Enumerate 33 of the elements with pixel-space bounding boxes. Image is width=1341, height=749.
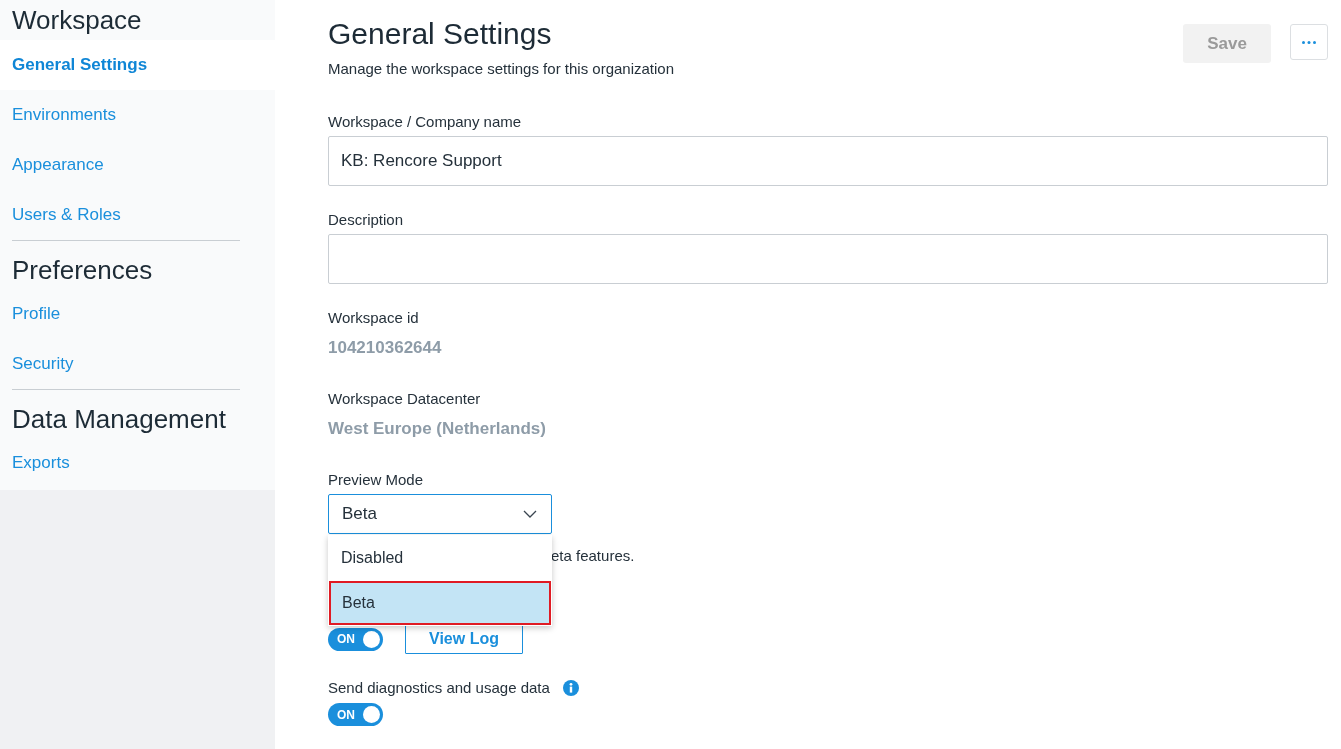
- field-label: Workspace Datacenter: [328, 389, 481, 409]
- field-label: Preview Mode: [328, 470, 424, 490]
- hint-text: eta features.: [551, 547, 635, 564]
- field-label: Workspace id: [328, 308, 419, 328]
- field-value: 104210362644: [328, 337, 442, 359]
- text-field[interactable]: KB: Rencore Support: [328, 136, 1328, 186]
- field-label: Workspace / Company name: [328, 112, 522, 132]
- more-icon: [1302, 40, 1316, 44]
- sidebar-item[interactable]: Appearance: [0, 140, 275, 190]
- field-value: West Europe (Netherlands): [328, 418, 546, 440]
- page-title: General Settings: [328, 16, 553, 52]
- dropdown-option[interactable]: Beta: [329, 581, 551, 625]
- info-icon[interactable]: [562, 680, 579, 696]
- field-label: Description: [328, 210, 404, 230]
- section-heading: Preferences: [11, 254, 154, 287]
- more-button[interactable]: [1290, 24, 1328, 60]
- view-log-button[interactable]: View Log: [405, 624, 523, 654]
- sidebar-item[interactable]: Security: [0, 339, 275, 389]
- section-heading: Workspace: [11, 4, 143, 37]
- dropdown-option[interactable]: Disabled: [328, 535, 552, 581]
- section-heading: Data Management: [11, 403, 227, 436]
- toggle-switch[interactable]: ON: [328, 627, 383, 651]
- toggle-switch[interactable]: ON: [328, 703, 383, 726]
- text-field[interactable]: [328, 234, 1328, 284]
- dropdown-select[interactable]: Beta: [328, 494, 552, 534]
- field-label: Send diagnostics and usage data: [328, 678, 550, 698]
- sidebar-item[interactable]: Users & Roles: [0, 190, 275, 240]
- page-subtitle: Manage the workspace settings for this organization: [328, 59, 675, 79]
- sidebar-item[interactable]: General Settings: [0, 40, 275, 90]
- sidebar-item[interactable]: Exports: [0, 438, 275, 488]
- chevron-icon: [523, 510, 537, 518]
- sidebar-item[interactable]: Environments: [0, 90, 275, 140]
- sidebar-item[interactable]: Profile: [0, 289, 275, 339]
